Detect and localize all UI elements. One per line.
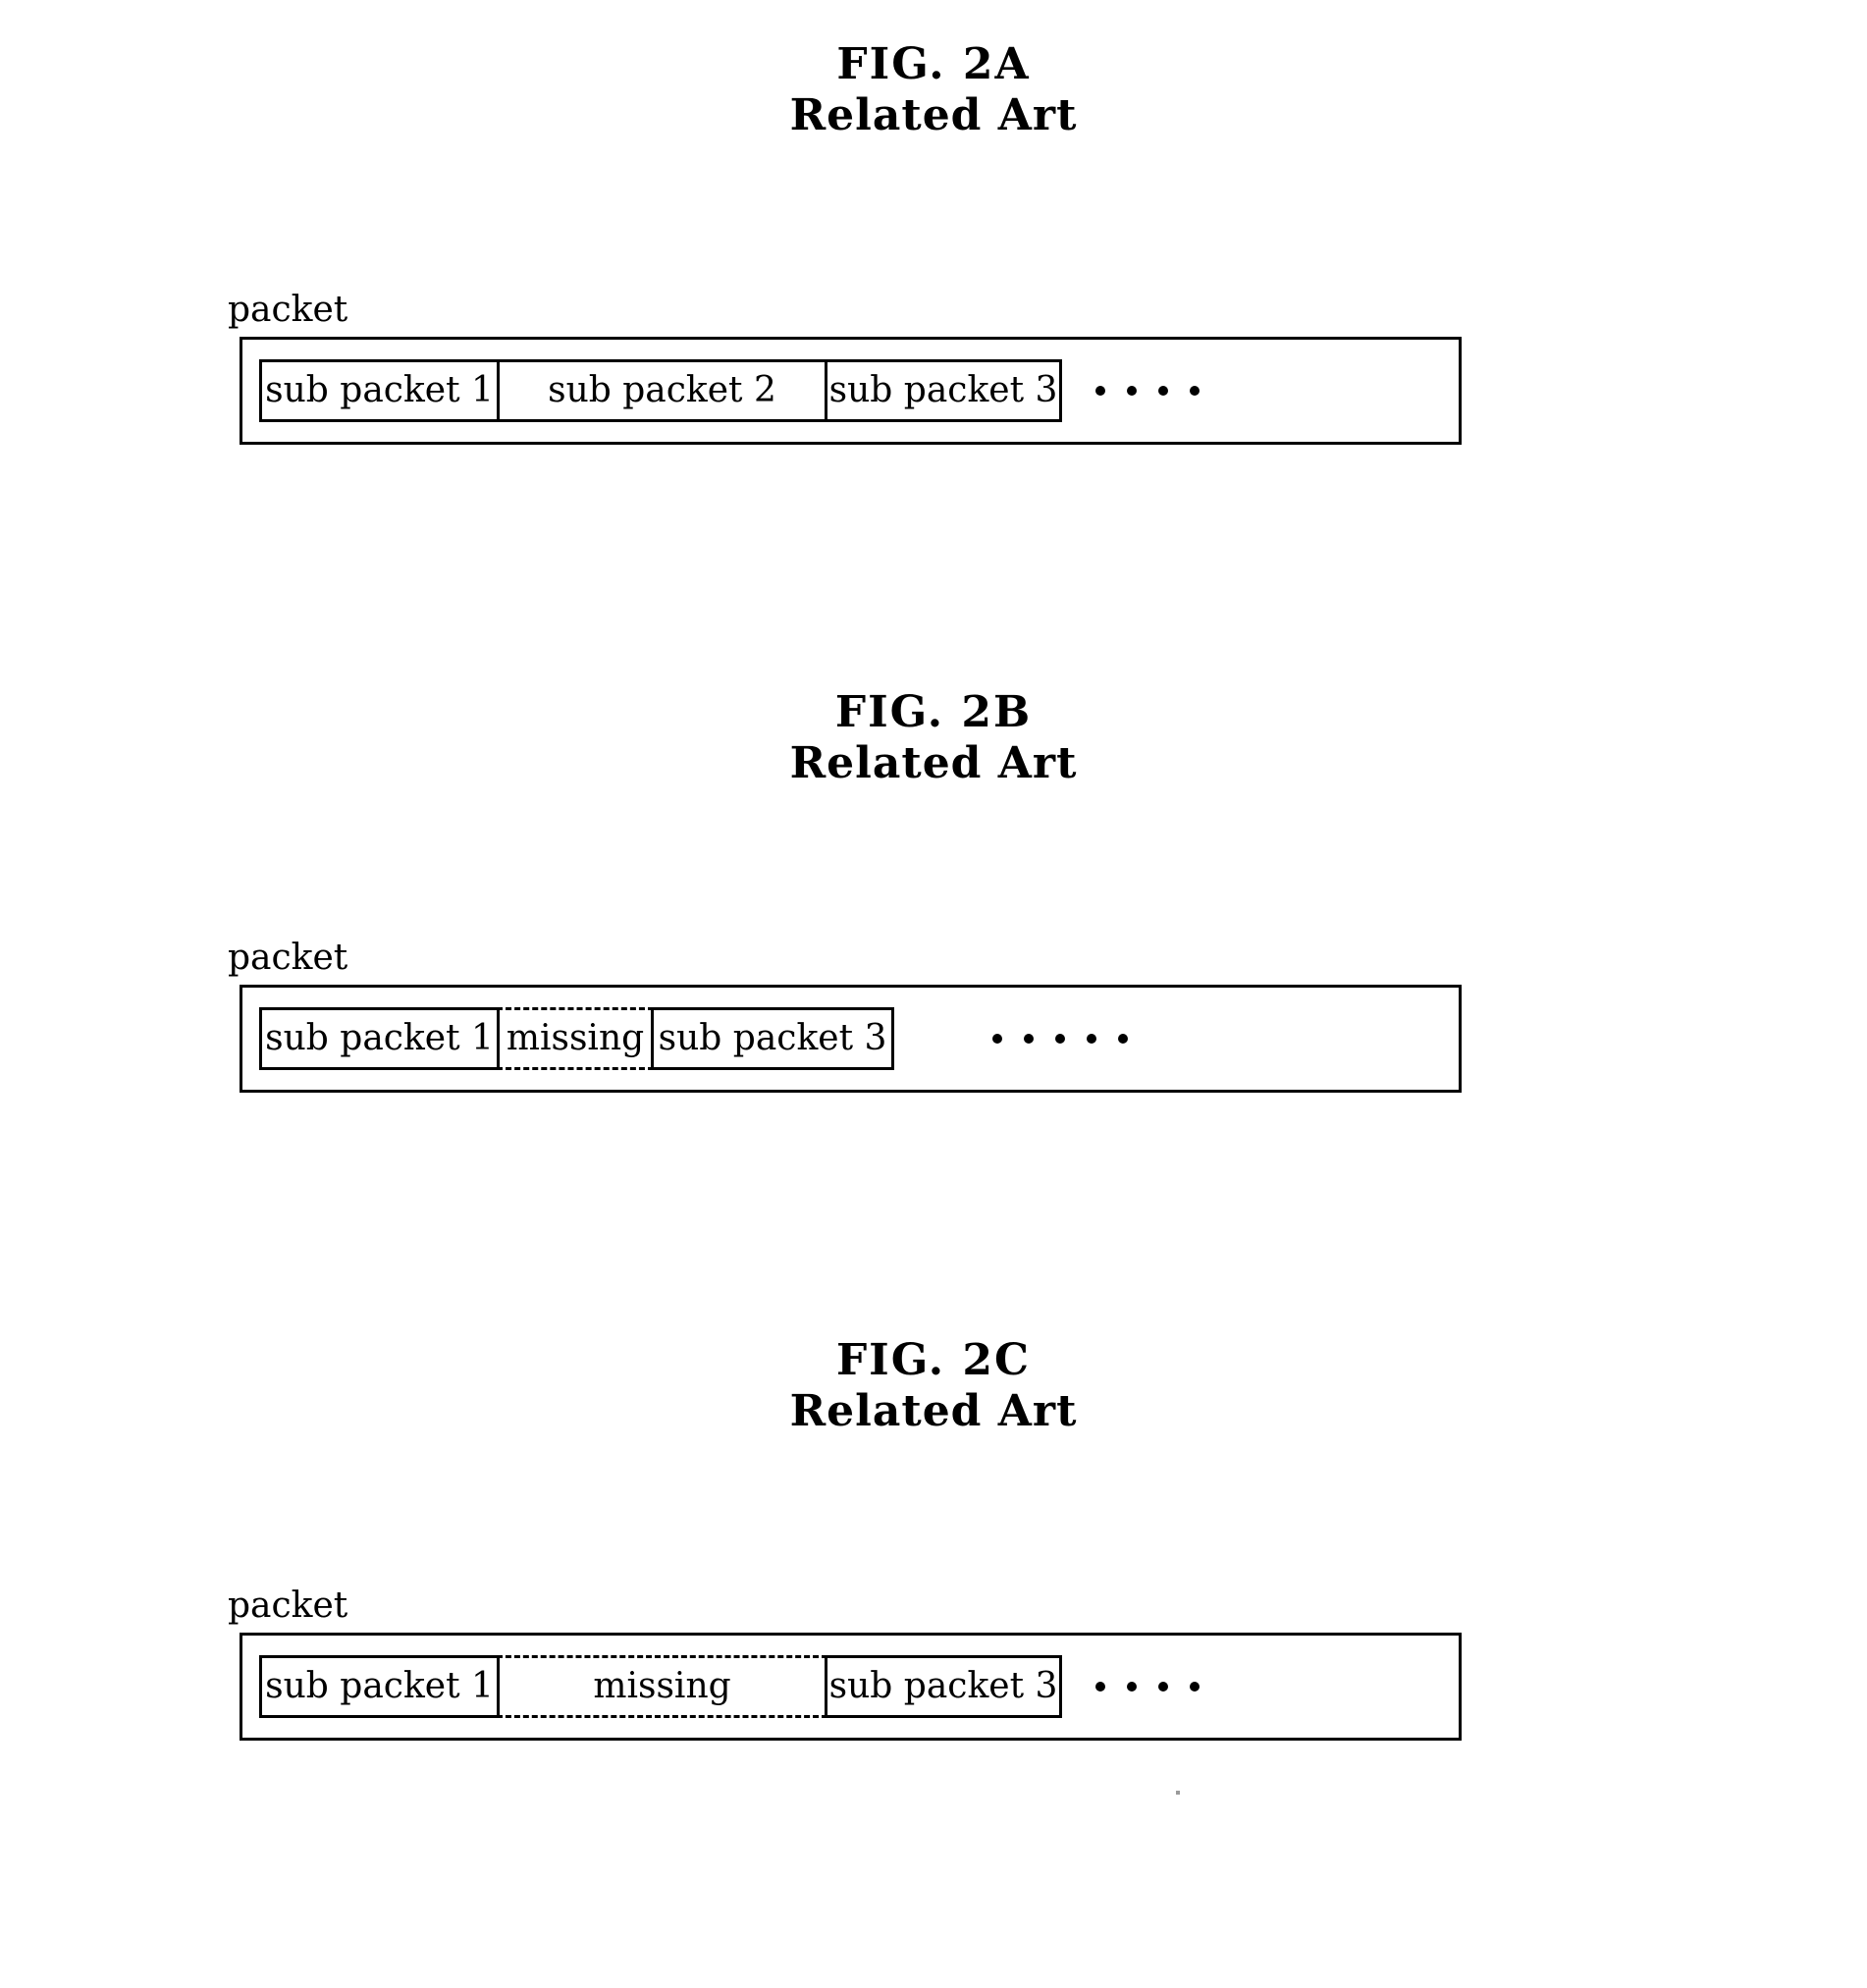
ellipsis-dots-2c — [1095, 1636, 1200, 1738]
subpacket-cell-3: sub packet 3 — [825, 359, 1062, 422]
packet-frame-2c: sub packet 1 missing sub packet 3 — [240, 1633, 1462, 1741]
packet-frame-2a: sub packet 1 sub packet 2 sub packet 3 — [240, 337, 1462, 445]
figure-diagram-2b: packet sub packet 1 missing sub packet 3 — [228, 938, 1465, 1093]
subpacket-cell-label: sub packet 3 — [828, 370, 1058, 410]
figure-number-2a: FIG. 2A — [836, 39, 1031, 89]
subpacket-cell-label: sub packet 2 — [548, 370, 776, 410]
packet-frame-2b: sub packet 1 missing sub packet 3 — [240, 985, 1462, 1093]
ellipsis-dot — [1190, 386, 1200, 396]
figure-subtitle-2a: Related Art — [789, 89, 1078, 140]
figure-number-2c: FIG. 2C — [835, 1335, 1032, 1385]
subpacket-cell-label: sub packet 1 — [265, 1666, 494, 1706]
subpacket-cell-label: sub packet 1 — [265, 1018, 494, 1058]
subpacket-cell-1: sub packet 1 — [259, 1007, 500, 1070]
ellipsis-dot — [1095, 386, 1105, 396]
subpacket-cell-3: sub packet 3 — [651, 1007, 894, 1070]
figure-title-2b: FIG. 2B Related Art — [0, 687, 1867, 789]
packet-label-2a: packet — [228, 290, 348, 330]
missing-cell-label: missing — [506, 1018, 645, 1058]
ellipsis-dot — [1127, 1682, 1137, 1692]
subpacket-cell-label: sub packet 1 — [265, 370, 494, 410]
ellipsis-dots-2a — [1095, 340, 1200, 442]
subpacket-cell-1: sub packet 1 — [259, 1655, 500, 1718]
figure-title-2a: FIG. 2A Related Art — [0, 39, 1867, 141]
subpacket-cell-1: sub packet 1 — [259, 359, 500, 422]
subpacket-row-2b: sub packet 1 missing sub packet 3 — [259, 1007, 894, 1070]
ellipsis-dots-2b — [992, 988, 1128, 1090]
ellipsis-dot — [1158, 386, 1168, 396]
figure-title-2c: FIG. 2C Related Art — [0, 1335, 1867, 1437]
packet-label-2b: packet — [228, 938, 348, 978]
figure-number-2b: FIG. 2B — [834, 687, 1033, 737]
missing-cell: missing — [497, 1007, 654, 1070]
figure-diagram-2c: packet sub packet 1 missing sub packet 3 — [228, 1585, 1465, 1741]
patent-figure-page: FIG. 2A Related Art packet sub packet 1 … — [0, 0, 1867, 1988]
subpacket-cell-label: sub packet 3 — [658, 1018, 887, 1058]
scan-speck — [1176, 1791, 1180, 1795]
subpacket-cell-3: sub packet 3 — [825, 1655, 1062, 1718]
subpacket-cell-2: sub packet 2 — [497, 359, 827, 422]
subpacket-row-2c: sub packet 1 missing sub packet 3 — [259, 1655, 1062, 1718]
ellipsis-dot — [1190, 1682, 1200, 1692]
ellipsis-dot — [1158, 1682, 1168, 1692]
subpacket-cell-label: sub packet 3 — [828, 1666, 1058, 1706]
figure-subtitle-2b: Related Art — [789, 737, 1078, 788]
ellipsis-dot — [1055, 1034, 1065, 1044]
ellipsis-dot — [992, 1034, 1002, 1044]
ellipsis-dot — [1127, 386, 1137, 396]
ellipsis-dot — [1095, 1682, 1105, 1692]
figure-subtitle-2c: Related Art — [789, 1385, 1078, 1436]
ellipsis-dot — [1024, 1034, 1034, 1044]
missing-cell-label: missing — [593, 1666, 731, 1706]
subpacket-row-2a: sub packet 1 sub packet 2 sub packet 3 — [259, 359, 1062, 422]
ellipsis-dot — [1118, 1034, 1128, 1044]
ellipsis-dot — [1087, 1034, 1096, 1044]
packet-label-2c: packet — [228, 1585, 348, 1626]
figure-diagram-2a: packet sub packet 1 sub packet 2 sub pac… — [228, 290, 1465, 445]
missing-cell: missing — [497, 1655, 827, 1718]
